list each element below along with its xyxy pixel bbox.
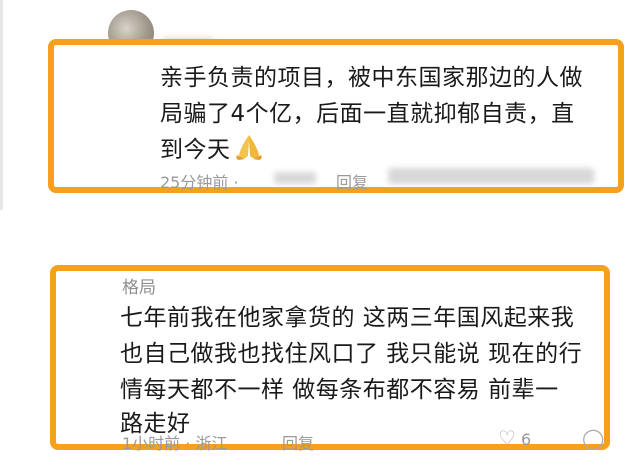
praying-hands-icon	[236, 135, 262, 160]
comment-button[interactable]: ◯	[582, 426, 604, 450]
comment-text-line: 情每天都不一样 做每条布都不容易 前辈一	[120, 377, 559, 403]
comment-text-line: 七年前我在他家拿货的 这两三年国风起来我	[120, 305, 575, 331]
comment-icon: ◯	[582, 426, 605, 450]
reply-button[interactable]: 回复	[336, 169, 368, 193]
like-button[interactable]: ♡ 6	[498, 426, 531, 450]
comment-text-line: 也自己做我也找住风口了 我只能说 现在的行	[120, 341, 583, 367]
comment-time: 25分钟前 ·	[160, 173, 239, 192]
comment-time: 1小时前 · 浙江	[122, 434, 228, 453]
comment-username[interactable]: 格局	[122, 273, 156, 298]
comment-text-line: 到今天	[160, 137, 231, 163]
left-edge	[0, 0, 3, 210]
reply-button[interactable]: 回复	[282, 430, 314, 454]
like-count: 6	[521, 430, 532, 449]
comment-text-line: 亲手负责的项目，被中东国家那边的人做	[160, 65, 583, 91]
like-icon: ♡	[498, 426, 516, 450]
blurred-location	[274, 172, 316, 184]
blurred-actions	[388, 168, 594, 184]
comment-text-line: 局骗了4个亿，后面一直就抑郁自责，直	[160, 101, 575, 127]
